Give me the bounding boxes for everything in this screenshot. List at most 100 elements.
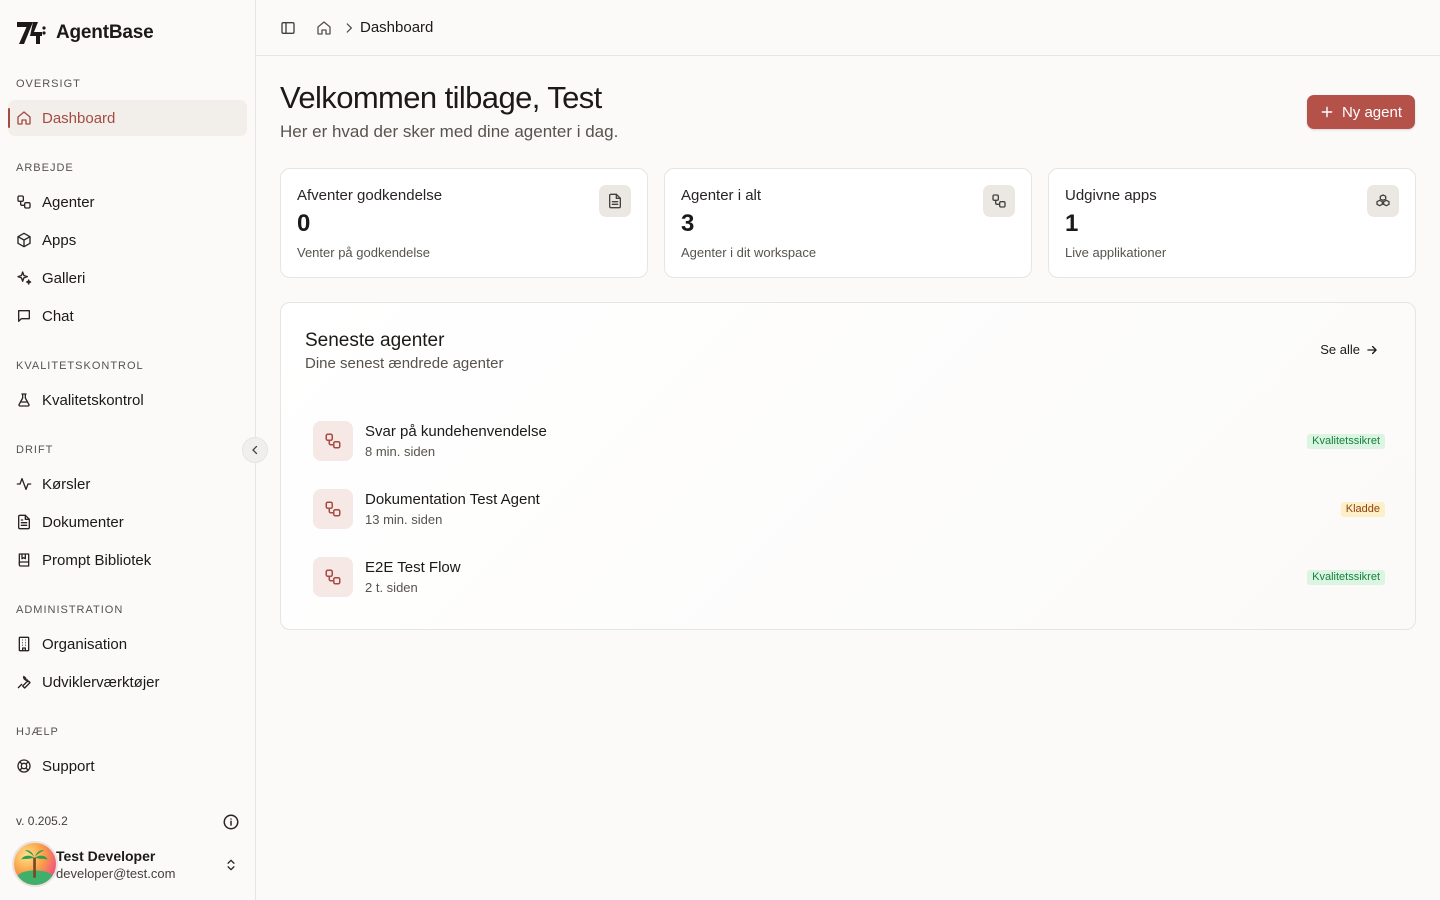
sidebar-item-quality[interactable]: Kvalitetskontrol: [8, 382, 247, 418]
plus-icon: [1321, 106, 1333, 118]
user-email: developer@test.com: [56, 865, 176, 881]
sidebar-item-label: Udviklerværktøjer: [42, 673, 160, 691]
page-subtitle: Her er hvad der sker med dine agenter i …: [280, 122, 619, 141]
logo-icon: [17, 22, 46, 44]
sidebar-item-prompts[interactable]: Prompt Bibliotek: [8, 542, 247, 578]
sidebar-item-apps[interactable]: Apps: [8, 222, 247, 258]
building-icon: [18, 636, 30, 652]
sidebar-item-label: Chat: [42, 307, 74, 325]
workflow-icon: [325, 569, 341, 585]
workflow-icon: [325, 433, 341, 449]
stat-title: Agenter i alt: [681, 187, 762, 204]
sidebar-item-label: Dashboard: [42, 109, 116, 127]
sidebar-item-label: Apps: [42, 231, 77, 249]
activity-icon: [16, 478, 32, 490]
agent-row[interactable]: Dokumentation Test Agent 13 min. siden K…: [305, 481, 1393, 537]
workflow-icon: [17, 195, 31, 209]
stat-description: Agenter i dit workspace: [681, 245, 817, 260]
document-icon: [609, 193, 621, 209]
brand[interactable]: AgentBase: [16, 18, 154, 48]
workflow-icon: [325, 501, 341, 517]
stat-value: 1: [1065, 210, 1079, 237]
user-menu[interactable]: Test Developer developer@test.com: [12, 840, 248, 888]
see-all-label: Se alle: [1320, 342, 1360, 357]
section-label-help: HJÆLP: [16, 726, 59, 738]
stat-icon-box: [983, 185, 1015, 217]
sidebar-item-label: Agenter: [42, 193, 95, 211]
new-agent-button[interactable]: Ny agent: [1307, 95, 1415, 129]
page-title: Velkommen tilbage, Test: [280, 80, 602, 115]
sidebar-item-agents[interactable]: Agenter: [8, 184, 247, 220]
sidebar-item-label: Galleri: [42, 269, 86, 287]
sidebar-item-label: Kørsler: [42, 475, 91, 493]
flask-icon: [18, 393, 30, 407]
section-label-quality: KVALITETSKONTROL: [16, 360, 144, 372]
sidebar-item-gallery[interactable]: Galleri: [8, 260, 247, 296]
sidebar-item-support[interactable]: Support: [8, 748, 247, 784]
stat-icon-box: [599, 185, 631, 217]
sidebar-toggle-icon[interactable]: [280, 20, 296, 36]
stat-card-agents: Agenter i alt 3 Agenter i dit workspace: [664, 168, 1032, 278]
stat-value: 0: [297, 210, 311, 237]
chevron-right-icon: [346, 23, 352, 33]
sparkles-icon: [17, 271, 32, 285]
breadcrumb-home-icon[interactable]: [316, 20, 332, 36]
sidebar-item-label: Prompt Bibliotek: [42, 551, 152, 569]
sidebar-item-devtools[interactable]: Udviklerværktøjer: [8, 664, 247, 700]
stat-card-apps: Udgivne apps 1 Live applikationer: [1048, 168, 1416, 278]
stat-title: Afventer godkendelse: [297, 187, 443, 204]
recent-subtitle: Dine senest ændrede agenter: [305, 355, 504, 372]
agent-row[interactable]: E2E Test Flow 2 t. siden Kvalitetssikret: [305, 549, 1393, 605]
book-icon: [18, 553, 30, 567]
sidebar-item-label: Kvalitetskontrol: [42, 391, 144, 409]
workflow-icon: [992, 194, 1006, 208]
agent-name: E2E Test Flow: [365, 559, 461, 576]
agent-icon-box: [313, 557, 353, 597]
agent-row[interactable]: Svar på kundehenvendelse 8 min. siden Kv…: [305, 413, 1393, 469]
life-buoy-icon: [17, 759, 31, 773]
recent-title: Seneste agenter: [305, 330, 445, 351]
box-icon: [17, 232, 31, 248]
arrow-right-icon: [1367, 345, 1377, 354]
section-label-operations: DRIFT: [16, 444, 54, 456]
agent-icon-box: [313, 421, 353, 461]
sidebar-item-documents[interactable]: Dokumenter: [8, 504, 247, 540]
new-agent-label: Ny agent: [1341, 103, 1403, 121]
chevrons-up-down-icon: [227, 859, 235, 871]
sidebar-item-organisation[interactable]: Organisation: [8, 626, 247, 662]
recent-agents-card: Seneste agenter Dine senest ændrede agen…: [280, 302, 1416, 630]
message-square-icon: [18, 310, 30, 322]
chevron-left-icon: [252, 445, 258, 455]
stat-card-pending: Afventer godkendelse 0 Venter på godkend…: [280, 168, 648, 278]
agent-time: 2 t. siden: [365, 580, 418, 595]
sidebar-item-runs[interactable]: Kørsler: [8, 466, 247, 502]
section-label-work: ARBEJDE: [16, 162, 74, 174]
sidebar-item-label: Dokumenter: [42, 513, 124, 531]
app-version: v. 0.205.2: [16, 814, 68, 828]
topbar: Dashboard: [256, 0, 1440, 56]
stat-icon-box: [1367, 185, 1399, 217]
home-icon: [17, 111, 31, 125]
avatar: [12, 841, 58, 887]
collapse-sidebar-button[interactable]: [242, 437, 268, 463]
sidebar-item-dashboard[interactable]: Dashboard: [8, 100, 247, 136]
palm-tree-icon: [16, 850, 54, 885]
boxes-icon: [1376, 194, 1390, 207]
status-badge: Kladde: [1340, 502, 1385, 517]
sidebar-item-chat[interactable]: Chat: [8, 298, 247, 334]
status-badge: Kvalitetssikret: [1307, 434, 1385, 449]
stat-description: Live applikationer: [1065, 245, 1167, 260]
stat-title: Udgivne apps: [1065, 187, 1157, 204]
agent-name: Dokumentation Test Agent: [365, 491, 540, 508]
status-badge: Kvalitetssikret: [1307, 570, 1385, 585]
sidebar-item-label: Organisation: [42, 635, 128, 653]
agent-icon-box: [313, 489, 353, 529]
info-icon[interactable]: [222, 813, 240, 831]
agent-time: 13 min. siden: [365, 512, 443, 527]
section-label-admin: ADMINISTRATION: [16, 604, 124, 616]
sidebar-item-label: Support: [42, 757, 95, 775]
see-all-link[interactable]: Se alle: [1320, 342, 1379, 357]
stat-description: Venter på godkendelse: [297, 245, 430, 260]
agent-time: 8 min. siden: [365, 444, 436, 459]
breadcrumb-current: Dashboard: [360, 19, 434, 36]
